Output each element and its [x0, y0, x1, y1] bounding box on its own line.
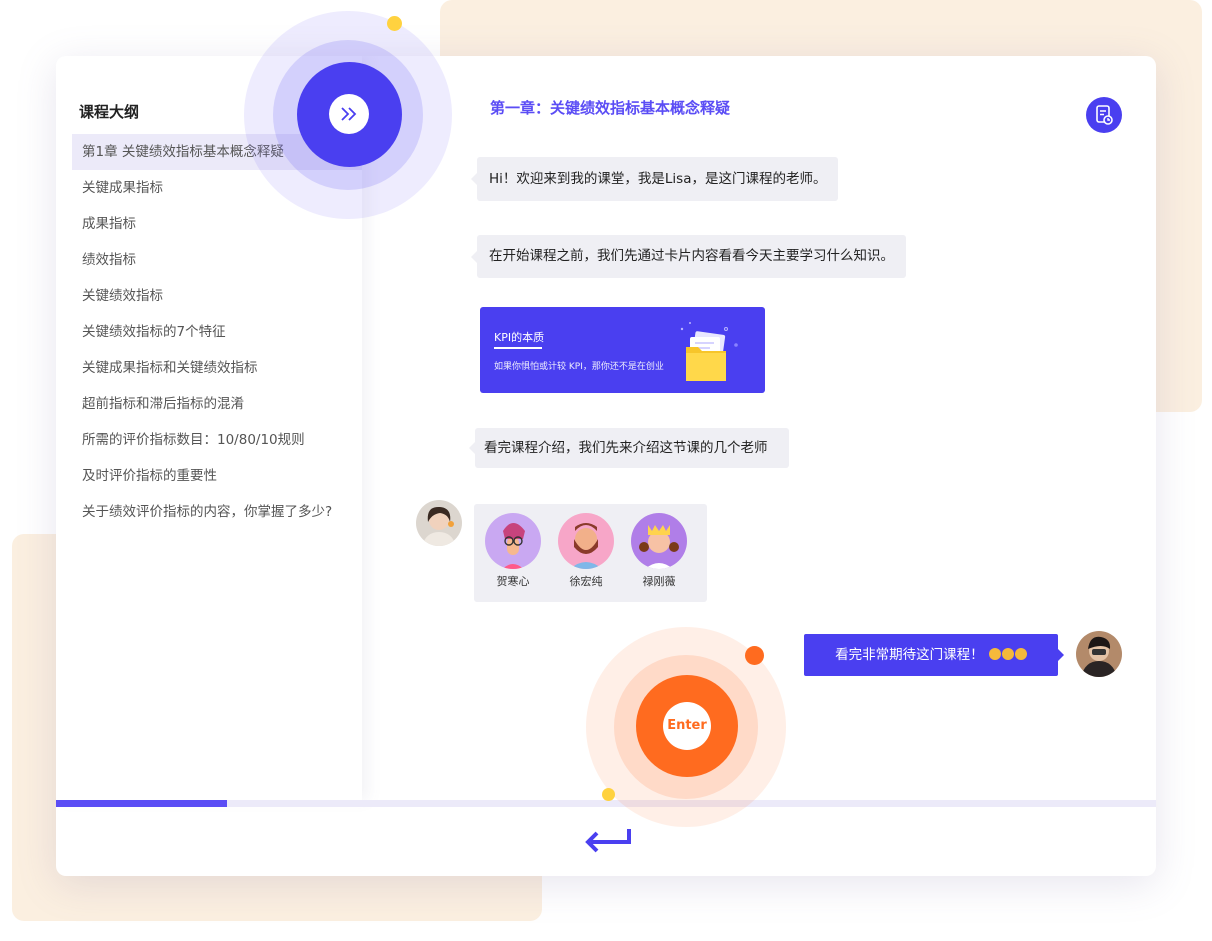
- teacher-item[interactable]: 禄刚薇: [629, 513, 689, 589]
- teacher-face-image: [558, 513, 614, 569]
- skip-button-inner: [329, 94, 369, 134]
- chapter-title: 第一章：关键绩效指标基本概念释疑: [490, 99, 731, 117]
- enter-key-button[interactable]: [583, 826, 631, 858]
- enter-button-label: Enter: [663, 702, 711, 750]
- teacher-item[interactable]: 贺寒心: [483, 513, 543, 589]
- kpi-card[interactable]: KPI的本质 如果你惧怕或计较 KPI，那你还不是在创业: [480, 307, 765, 393]
- teacher-face: [485, 513, 541, 569]
- document-refresh-icon: [1096, 105, 1113, 125]
- outline-item[interactable]: 关于绩效评价指标的内容，你掌握了多少?: [72, 494, 362, 530]
- outline-item[interactable]: 超前指标和滞后指标的混淆: [72, 386, 362, 422]
- user-avatar: [1076, 631, 1122, 677]
- teacher-name: 徐宏纯: [569, 575, 603, 588]
- document-button[interactable]: [1086, 97, 1122, 133]
- teacher-avatar: [416, 500, 462, 546]
- teacher-avatar-image: [416, 500, 462, 546]
- outline-item[interactable]: 关键绩效指标的7个特征: [72, 314, 362, 350]
- decorative-dot: [387, 16, 402, 31]
- decorative-dot: [745, 646, 764, 665]
- teacher-name: 贺寒心: [496, 575, 530, 588]
- outline-item[interactable]: 绩效指标: [72, 242, 362, 278]
- user-message-text: 看完非常期待这门课程！: [835, 647, 984, 663]
- enter-button[interactable]: Enter: [636, 675, 738, 777]
- progress-fill: [56, 800, 227, 807]
- teacher-item[interactable]: 徐宏纯: [556, 513, 616, 589]
- user-message-bubble: 看完非常期待这门课程！: [804, 634, 1064, 676]
- folder-illustration: [680, 322, 738, 381]
- kpi-card-underline: [494, 347, 542, 349]
- teacher-face-image: [631, 513, 687, 569]
- skip-button-rings: [244, 11, 452, 219]
- skip-button[interactable]: [297, 62, 402, 167]
- user-avatar-image: [1076, 631, 1122, 677]
- smile-emoji-icon: [988, 648, 1001, 660]
- teachers-card: 贺寒心 徐宏纯 禄刚薇: [474, 504, 707, 602]
- double-chevron-right-icon: [341, 107, 357, 121]
- chat-bubble: Hi！欢迎来到我的课堂，我是Lisa，是这门课程的老师。: [470, 157, 839, 201]
- teacher-face-image: [485, 513, 541, 569]
- chat-bubble: 看完课程介绍，我们先来介绍这节课的几个老师: [469, 428, 789, 468]
- kpi-card-subtitle: 如果你惧怕或计较 KPI，那你还不是在创业: [494, 362, 664, 372]
- smile-emoji-icon: [1014, 648, 1027, 660]
- outline-item[interactable]: 及时评价指标的重要性: [72, 458, 362, 494]
- teacher-name: 禄刚薇: [642, 575, 676, 588]
- outline-item[interactable]: 关键成果指标和关键绩效指标: [72, 350, 362, 386]
- decorative-dot: [602, 788, 615, 801]
- outline-item[interactable]: 所需的评价指标数目：10/80/10规则: [72, 422, 362, 458]
- teacher-face: [631, 513, 687, 569]
- kpi-card-title: KPI的本质: [494, 331, 545, 344]
- smile-emoji-icon: [1001, 648, 1014, 660]
- chat-bubble: 在开始课程之前，我们先通过卡片内容看看今天主要学习什么知识。: [471, 235, 906, 278]
- outline-title: 课程大纲: [79, 103, 140, 121]
- outline-item[interactable]: 关键绩效指标: [72, 278, 362, 314]
- teacher-face: [558, 513, 614, 569]
- return-arrow-icon: [585, 829, 631, 853]
